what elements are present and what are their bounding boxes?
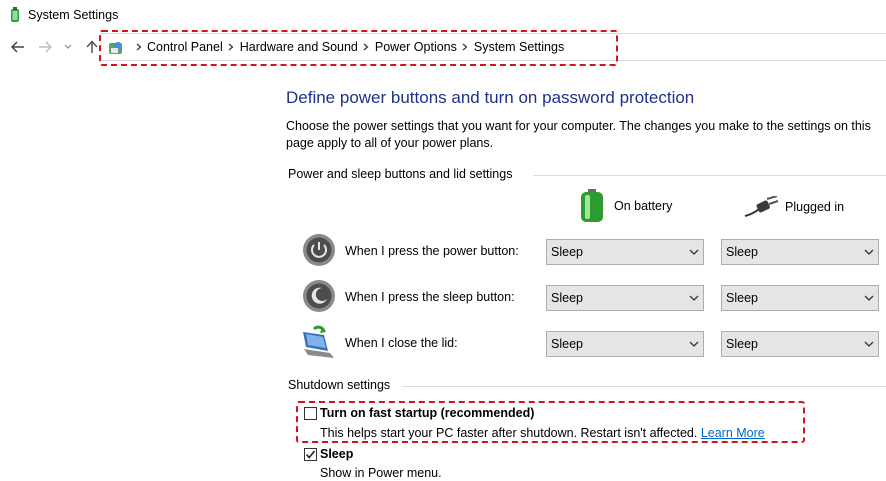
back-button[interactable] [9, 38, 27, 56]
chevron-down-icon [864, 341, 874, 347]
chevron-down-icon [864, 295, 874, 301]
power-button-label: When I press the power button: [345, 244, 519, 258]
power-plug-icon [744, 196, 779, 217]
sleep-button-plugged-select[interactable]: Sleep [721, 285, 879, 311]
breadcrumb-system-settings[interactable]: System Settings [474, 40, 564, 54]
breadcrumb-hardware-and-sound[interactable]: Hardware and Sound [240, 40, 358, 54]
column-on-battery: On battery [578, 189, 672, 223]
chevron-right-icon [130, 43, 147, 51]
close-lid-battery-select[interactable]: Sleep [546, 331, 704, 357]
sleep-button-battery-select[interactable]: Sleep [546, 285, 704, 311]
page-title: Define power buttons and turn on passwor… [286, 88, 695, 107]
fast-startup-label[interactable]: Turn on fast startup (recommended) [320, 406, 534, 420]
up-arrow-icon [86, 40, 98, 53]
sleep-checkbox[interactable] [304, 448, 317, 461]
breadcrumb-control-panel[interactable]: Control Panel [147, 40, 223, 54]
shutdown-section-label: Shutdown settings [288, 378, 391, 392]
fast-startup-description: This helps start your PC faster after sh… [320, 426, 765, 440]
column-plugged-in-label: Plugged in [785, 200, 845, 214]
power-section-label: Power and sleep buttons and lid settings [288, 167, 513, 181]
page-description: Choose the power settings that you want … [286, 119, 871, 150]
column-on-battery-label: On battery [614, 199, 673, 213]
title-bar: System Settings [0, 0, 886, 30]
power-button-battery-select[interactable]: Sleep [546, 239, 704, 265]
sleep-button-label: When I press the sleep button: [345, 290, 515, 304]
column-plugged-in: Plugged in [743, 196, 844, 218]
forward-button[interactable] [36, 38, 54, 56]
sleep-label[interactable]: Sleep [320, 447, 353, 461]
select-value: Sleep [551, 245, 583, 259]
power-button-plugged-select[interactable]: Sleep [721, 239, 879, 265]
select-value: Sleep [551, 291, 583, 305]
laptop-lid-icon [303, 325, 334, 358]
select-value: Sleep [726, 245, 758, 259]
battery-icon [581, 189, 603, 222]
back-arrow-icon [11, 41, 24, 53]
checkmark-icon [305, 450, 316, 459]
fast-startup-description-text: This helps start your PC faster after sh… [320, 426, 698, 440]
close-lid-label: When I close the lid: [345, 336, 458, 350]
learn-more-link[interactable]: Learn More [701, 426, 765, 440]
recent-locations-button[interactable] [62, 38, 74, 56]
sleep-description: Show in Power menu. [320, 466, 442, 480]
power-options-icon [11, 7, 19, 22]
breadcrumb: Control Panel Hardware and Sound Power O… [130, 40, 564, 54]
chevron-down-icon [689, 295, 699, 301]
sleep-button-icon [303, 280, 335, 312]
forward-arrow-icon [39, 41, 52, 53]
breadcrumb-power-options[interactable]: Power Options [375, 40, 457, 54]
chevron-down-icon [64, 44, 72, 49]
chevron-right-icon [223, 43, 240, 51]
chevron-down-icon [864, 249, 874, 255]
close-lid-plugged-select[interactable]: Sleep [721, 331, 879, 357]
fast-startup-checkbox[interactable] [304, 407, 317, 420]
up-button[interactable] [83, 38, 101, 56]
select-value: Sleep [726, 291, 758, 305]
chevron-down-icon [689, 249, 699, 255]
chevron-right-icon [358, 43, 375, 51]
chevron-right-icon [457, 43, 474, 51]
select-value: Sleep [726, 337, 758, 351]
power-button-icon [303, 234, 335, 266]
control-panel-icon [109, 42, 122, 54]
window-title: System Settings [28, 8, 119, 22]
select-value: Sleep [551, 337, 583, 351]
section-divider [402, 386, 886, 387]
chevron-down-icon [689, 341, 699, 347]
section-divider [533, 175, 886, 176]
